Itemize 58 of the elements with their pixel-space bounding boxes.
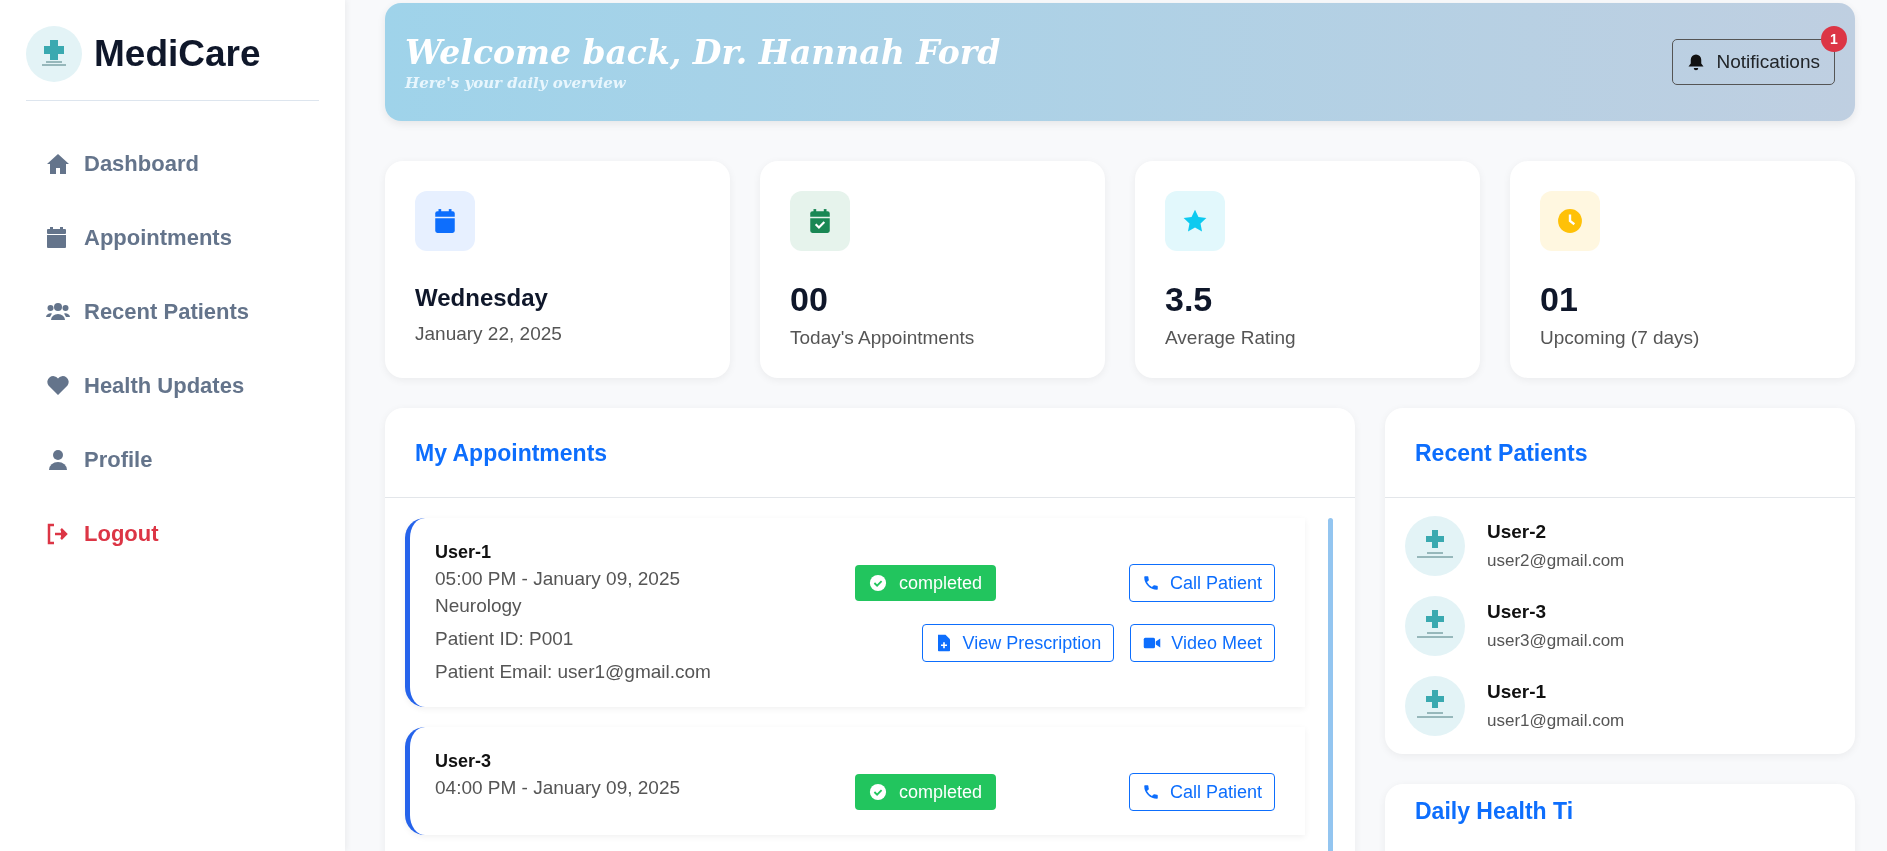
heart-icon xyxy=(46,374,70,398)
stat-value: Wednesday xyxy=(415,283,549,313)
department: Neurology xyxy=(435,595,523,617)
nav-item[interactable]: Logout xyxy=(26,516,319,552)
logout-icon xyxy=(46,522,70,546)
nav-item[interactable]: Dashboard xyxy=(26,146,319,182)
check-circle-icon xyxy=(869,574,887,592)
stat-label: Average Rating xyxy=(1165,327,1297,349)
appointment-time: 04:00 PM - January 09, 2025 xyxy=(435,777,682,799)
phone-icon xyxy=(1141,574,1160,592)
patient-email: user2@gmail.com xyxy=(1487,551,1625,571)
patient-name: User-1 xyxy=(1487,681,1548,703)
stat-label: January 22, 2025 xyxy=(415,323,563,345)
avatar-icon xyxy=(1405,596,1465,656)
notification-count: 1 xyxy=(1821,26,1847,52)
nav-item[interactable]: Health Updates xyxy=(26,368,319,404)
patient-name: User-2 xyxy=(1487,521,1548,543)
avatar-icon xyxy=(1405,516,1465,576)
home-icon xyxy=(46,152,70,176)
avatar-icon xyxy=(1405,676,1465,736)
nav-item[interactable]: Appointments xyxy=(26,220,319,256)
stat-value: 01 xyxy=(1540,279,1579,319)
stat-label: Today's Appointments xyxy=(790,327,976,349)
card-title: Daily Health Ti xyxy=(1414,797,1575,826)
calendar-check-icon xyxy=(807,208,833,234)
calendar-icon xyxy=(432,208,458,234)
user-icon xyxy=(46,448,70,472)
patient-name: User-3 xyxy=(435,751,493,772)
brand-name: MediCare xyxy=(94,33,261,75)
patient-email: Patient Email: user1@gmail.com xyxy=(435,661,712,683)
stat-value: 3.5 xyxy=(1165,279,1214,319)
prescription-button[interactable]: View Prescription xyxy=(921,624,1115,662)
status-badge: completed xyxy=(855,565,997,601)
call-button[interactable]: Call Patient xyxy=(1128,773,1275,811)
phone-icon xyxy=(1141,783,1160,801)
call-button[interactable]: Call Patient xyxy=(1128,564,1275,602)
patient-id: Patient ID: P001 xyxy=(435,628,575,650)
scrollbar[interactable] xyxy=(1328,518,1333,851)
patient-name: User-1 xyxy=(435,542,493,563)
patient-email: user3@gmail.com xyxy=(1487,631,1625,651)
logo-icon xyxy=(26,26,82,82)
stat-label: Upcoming (7 days) xyxy=(1540,327,1701,349)
appointment-time: 05:00 PM - January 09, 2025 xyxy=(435,568,682,590)
bell-icon xyxy=(1686,53,1705,71)
welcome-title: Welcome back, Dr. Hannah Ford xyxy=(405,32,1001,72)
clock-icon xyxy=(1557,208,1583,234)
nav-item[interactable]: Profile xyxy=(26,442,319,478)
video-button[interactable]: Video Meet xyxy=(1130,624,1275,662)
stat-value: 00 xyxy=(790,279,829,319)
card-title: Recent Patients xyxy=(1385,408,1855,498)
nav-item[interactable]: Recent Patients xyxy=(26,294,319,330)
card-title: My Appointments xyxy=(385,408,1355,498)
patient-email: user1@gmail.com xyxy=(1487,711,1625,731)
check-circle-icon xyxy=(869,783,887,801)
patient-name: User-3 xyxy=(1487,601,1548,623)
status-badge: completed xyxy=(855,774,997,810)
star-icon xyxy=(1182,208,1208,234)
welcome-subtitle: Here's your daily overview xyxy=(405,73,627,92)
